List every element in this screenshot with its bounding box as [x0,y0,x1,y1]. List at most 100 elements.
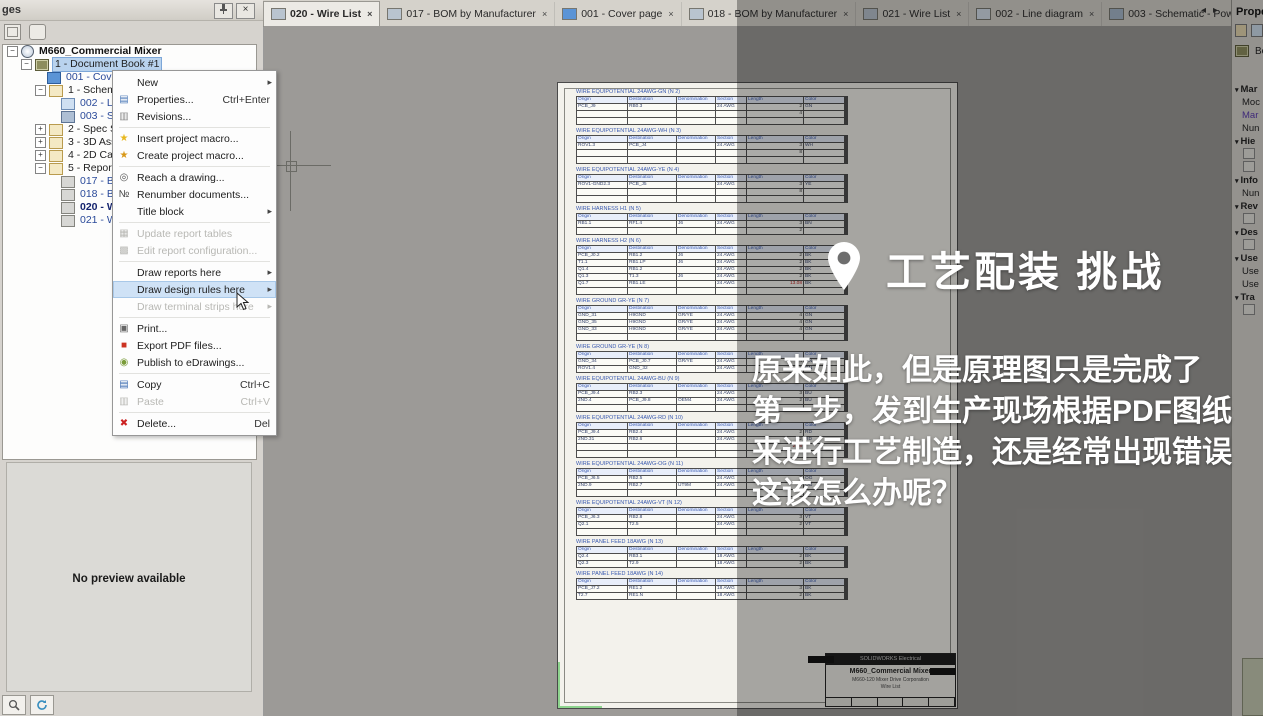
insert-macro-icon: ★ [117,133,131,145]
tab-label: 017 - BOM by Manufacturer [406,8,536,20]
menu-item[interactable]: ▤CopyCtrl+C [113,376,276,393]
wire-cell [677,189,715,195]
column-header: Destination [628,469,676,475]
collapse-icon[interactable]: − [7,46,18,57]
menu-item-label: Print... [137,323,270,335]
wire-cell [677,281,715,287]
wire-cell: 2ND.4 [577,398,627,404]
tab-001-cover-page[interactable]: 001 - Cover page× [555,2,681,26]
report-doc-icon [271,8,286,20]
wire-cell: RB1.2 [628,267,676,273]
page-scope-icon[interactable] [4,24,21,40]
wire-cell: Q1.3 [577,274,627,280]
wire-cell [677,118,715,124]
wire-cell: J6 [677,253,715,259]
frame-scope-icon[interactable] [29,24,46,40]
tab-label: 020 - Wire List [290,8,361,20]
menu-item: ▦Update report tables [113,225,276,242]
column-header: Origin [577,547,627,553]
menu-item[interactable]: ▤Properties...Ctrl+Enter [113,91,276,108]
folder-icon [49,150,63,162]
wire-cell: GND_31 [577,313,627,319]
menu-separator [119,317,270,318]
preview-pane: No preview available [6,462,252,692]
close-panel-icon[interactable]: × [236,3,255,19]
tab-close-icon[interactable]: × [668,9,673,19]
wire-cell [677,391,715,397]
collapse-icon[interactable]: − [35,163,46,174]
wire-cell [677,111,715,117]
wire-cell [628,405,676,411]
menu-item[interactable]: Title block▸ [113,203,276,220]
folder-icon [49,137,63,149]
wire-cell: T2.7 [577,593,627,599]
wire-cell: RB0.3 [628,104,676,110]
wire-cell [577,118,627,124]
menu-item-label: Export PDF files... [137,340,270,352]
report-doc-icon [689,8,704,20]
menu-item[interactable]: New▸ [113,74,276,91]
book-icon [35,59,49,71]
collapse-icon[interactable]: − [21,59,32,70]
column-header: Denomination [677,136,715,142]
menu-item[interactable]: ✖Delete...Del [113,415,276,432]
wire-cell [677,150,715,156]
menu-item[interactable]: ▣ Print... [113,320,276,337]
wire-cell: ROV1-GND2.3 [577,182,627,188]
wire-cell [628,228,676,234]
menu-item[interactable]: ★ Insert project macro... [113,130,276,147]
wire-cell [677,405,715,411]
menu-item[interactable]: №Renumber documents... [113,186,276,203]
wire-cell: RB2.8 [628,515,676,521]
expand-icon[interactable]: + [35,124,46,135]
wire-cell [577,334,627,340]
menu-item[interactable]: ★Create project macro... [113,147,276,164]
delete-icon: ✖ [117,418,131,430]
menu-item[interactable]: Draw reports here▸ [113,264,276,281]
tab-close-icon[interactable]: × [542,9,547,19]
column-header: Destination [628,136,676,142]
wire-cell: Q2.3 [577,561,627,567]
zoom-preview-icon[interactable] [2,695,26,715]
wire-cell: GND_34 [577,359,627,365]
menu-item-label: Create project macro... [137,150,270,162]
menu-item-label: New [137,77,270,89]
wire-cell: J6 [677,221,715,227]
column-header: Origin [577,175,627,181]
wire-cell [628,451,676,457]
wire-cell [677,267,715,273]
column-header: Origin [577,306,627,312]
wire-cell [677,451,715,457]
print-icon: ▣ [117,323,131,335]
wire-cell [628,189,676,195]
wire-cell [628,196,676,202]
tab-020-wire-list[interactable]: 020 - Wire List × [263,1,380,26]
column-header: Destination [628,579,676,585]
menu-item[interactable]: Draw design rules here▸ [113,281,276,298]
wire-cell: Q2.1 [577,522,627,528]
tab-017-bom-by-manufacturer[interactable]: 017 - BOM by Manufacturer × [380,2,555,26]
expand-icon[interactable]: + [35,150,46,161]
menu-item[interactable]: ◎Reach a drawing... [113,169,276,186]
wire-cell: PCB_J4 [628,143,676,149]
menu-item[interactable]: ■Export PDF files... [113,337,276,354]
wire-cell: J6 [677,274,715,280]
refresh-preview-icon[interactable] [30,695,54,715]
wire-cell: PCB_J9.4 [577,430,627,436]
menu-separator [119,373,270,374]
tab-close-icon[interactable]: × [367,9,372,19]
menu-item[interactable]: ▥Revisions... [113,108,276,125]
wire-cell [577,444,627,450]
column-header: Denomination [677,246,715,252]
expand-icon[interactable]: + [35,137,46,148]
menu-item-label: Insert project macro... [137,133,270,145]
wire-cell [677,476,715,482]
wire-cell [577,228,627,234]
preview-placeholder-text: No preview available [7,573,251,585]
wire-cell [677,104,715,110]
menu-item[interactable]: ◉Publish to eDrawings... [113,354,276,371]
collapse-icon[interactable]: − [35,85,46,96]
menu-separator [119,127,270,128]
column-header: Destination [628,175,676,181]
pin-panel-icon[interactable] [214,3,233,19]
